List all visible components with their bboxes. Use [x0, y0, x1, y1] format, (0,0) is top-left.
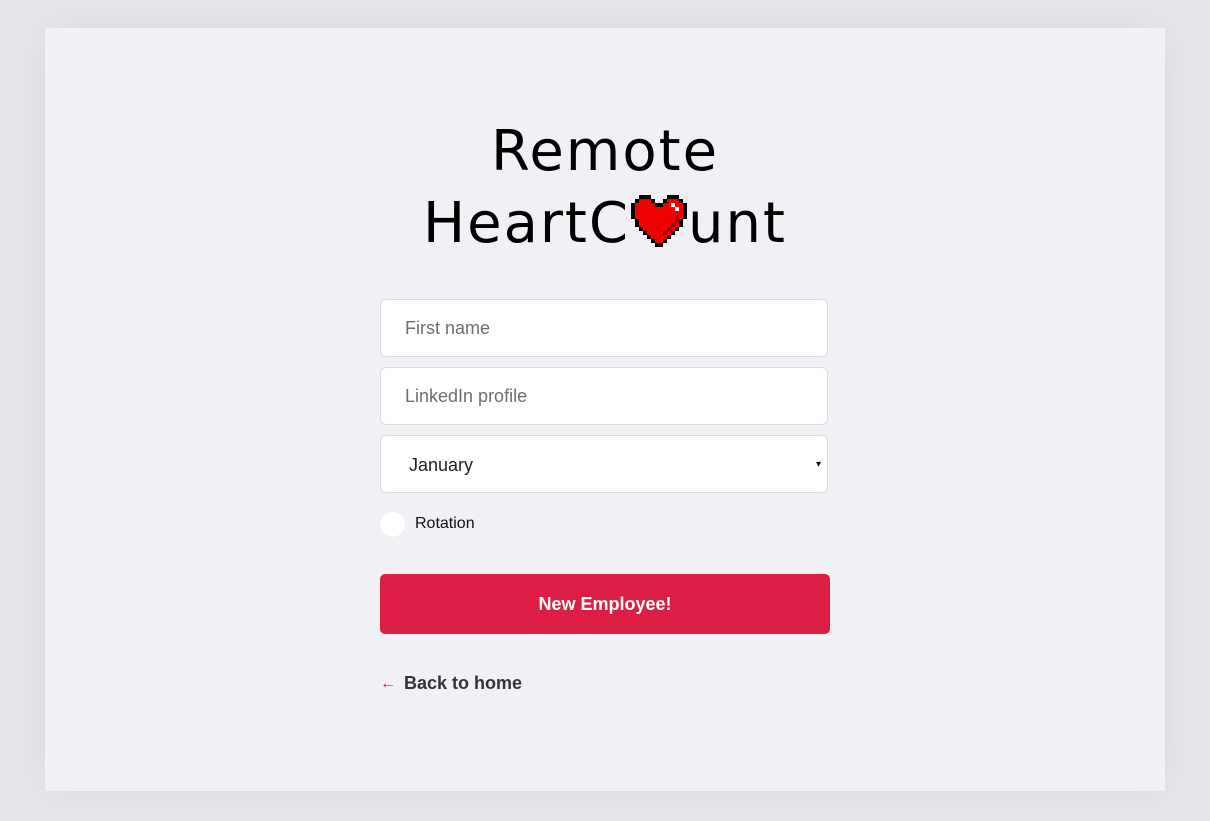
logo-line-heartcount: HeartC unt [45, 192, 1165, 256]
rotation-toggle[interactable]: Rotation [380, 511, 475, 537]
back-to-home-label: Back to home [404, 673, 523, 693]
logo-text-unt: unt [688, 191, 787, 256]
first-name-input[interactable] [380, 299, 828, 357]
month-select-value: January [409, 455, 474, 475]
form-card: Remote HeartC unt First name LinkedIn pr… [45, 28, 1165, 791]
rotation-checkbox[interactable] [380, 511, 405, 537]
arrow-left-icon: ← [380, 674, 396, 692]
pixel-heart-icon [631, 195, 687, 247]
month-select[interactable]: January ▾ [380, 435, 828, 493]
rotation-label: Rotation [415, 515, 475, 532]
back-to-home-link[interactable]: ← Back to home [380, 673, 522, 694]
new-employee-button[interactable]: New Employee! [380, 574, 830, 634]
logo-line-remote: Remote [490, 119, 720, 184]
linkedin-profile-input[interactable] [380, 367, 828, 425]
logo-text-heartc: HeartC [423, 191, 630, 256]
chevron-down-icon: ▾ [815, 459, 821, 470]
